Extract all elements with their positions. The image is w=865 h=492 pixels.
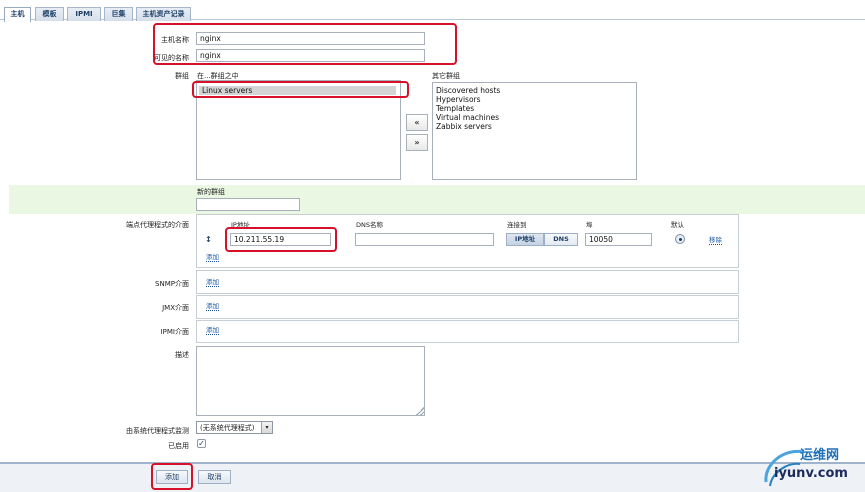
other-group-option[interactable]: Hypervisors	[433, 95, 636, 104]
col-dns-header: DNS名称	[356, 221, 383, 229]
col-port-header: 埠	[586, 221, 593, 229]
enabled-label: 已启用	[168, 442, 189, 450]
host-name-input[interactable]: nginx	[196, 32, 425, 45]
drag-handle-icon[interactable]: ↕	[205, 235, 212, 244]
jmx-interface-panel	[196, 295, 739, 319]
visible-name-label: 可见的名称	[154, 54, 189, 62]
tab-host[interactable]: 主机	[4, 7, 31, 22]
proxy-label: 由系统代理程式监测	[126, 427, 189, 435]
add-snmp-interface-link[interactable]: 添加	[206, 278, 219, 287]
other-group-option[interactable]: Virtual machines	[433, 113, 636, 122]
enabled-checkbox[interactable]: ✓	[197, 439, 206, 448]
other-groups-label: 其它群组	[432, 72, 460, 80]
new-group-row	[9, 185, 865, 214]
other-group-option[interactable]: Discovered hosts	[433, 86, 636, 95]
description-textarea[interactable]	[196, 346, 425, 416]
agent-port-input[interactable]: 10050	[585, 233, 652, 246]
visible-name-input[interactable]: nginx	[196, 49, 425, 62]
description-label: 描述	[175, 351, 189, 359]
proxy-select-value: (无系统代理程式)	[200, 424, 255, 432]
agent-interface-label: 端点代理程式的介面	[126, 221, 189, 229]
new-group-label: 新的群组	[197, 188, 225, 196]
snmp-interface-panel	[196, 270, 739, 294]
ipmi-interface-label: IPMI介面	[160, 328, 189, 336]
form-footer	[0, 462, 865, 492]
move-left-button[interactable]: «	[406, 114, 428, 131]
connect-dns-button[interactable]: DNS	[544, 233, 578, 246]
watermark-text-url: iyunv.com	[774, 466, 848, 481]
agent-dns-input[interactable]	[355, 233, 494, 246]
resize-grip-icon[interactable]	[416, 407, 424, 415]
groups-label: 群组	[175, 72, 189, 80]
highlight-ip-box	[225, 227, 337, 252]
tab-macros[interactable]: 巨集	[104, 7, 133, 21]
proxy-select[interactable]: (无系统代理程式) ▾	[196, 421, 273, 434]
host-name-label: 主机名称	[161, 36, 189, 44]
other-group-option[interactable]: Templates	[433, 104, 636, 113]
add-jmx-interface-link[interactable]: 添加	[206, 302, 219, 311]
highlight-add-box	[151, 463, 193, 490]
tab-ipmi[interactable]: IPMI	[67, 7, 101, 21]
snmp-interface-label: SNMP介面	[155, 280, 189, 288]
ipmi-interface-panel	[196, 320, 739, 343]
add-ipmi-interface-link[interactable]: 添加	[206, 326, 219, 335]
add-agent-interface-link[interactable]: 添加	[206, 253, 219, 262]
other-groups-list[interactable]: Discovered hosts Hypervisors Templates V…	[432, 82, 637, 180]
tab-templates[interactable]: 模板	[35, 7, 64, 21]
chevron-down-icon: ▾	[261, 422, 272, 433]
highlight-groups-box	[192, 81, 409, 98]
move-right-button[interactable]: »	[406, 134, 428, 151]
default-interface-radio[interactable]	[675, 234, 685, 244]
tab-bar: 主机 模板 IPMI 巨集 主机资产记录	[0, 0, 865, 22]
tab-inventory[interactable]: 主机资产记录	[136, 7, 191, 21]
host-config-page: { "tabs": [ {"label": "主机", "active": tr…	[0, 0, 865, 492]
watermark-text-cn: 运维网	[800, 448, 840, 463]
col-default-header: 默认	[671, 221, 684, 229]
col-connect-header: 连接到	[507, 221, 527, 229]
connect-ip-button[interactable]: IP地址	[506, 233, 544, 246]
remove-interface-link[interactable]: 移除	[709, 236, 722, 245]
other-group-option[interactable]: Zabbix servers	[433, 122, 636, 131]
jmx-interface-label: JMX介面	[162, 304, 189, 312]
cancel-button[interactable]: 取消	[198, 470, 231, 484]
new-group-input[interactable]	[196, 198, 300, 211]
watermark-logo: 运维网 iyunv.com	[760, 442, 864, 490]
